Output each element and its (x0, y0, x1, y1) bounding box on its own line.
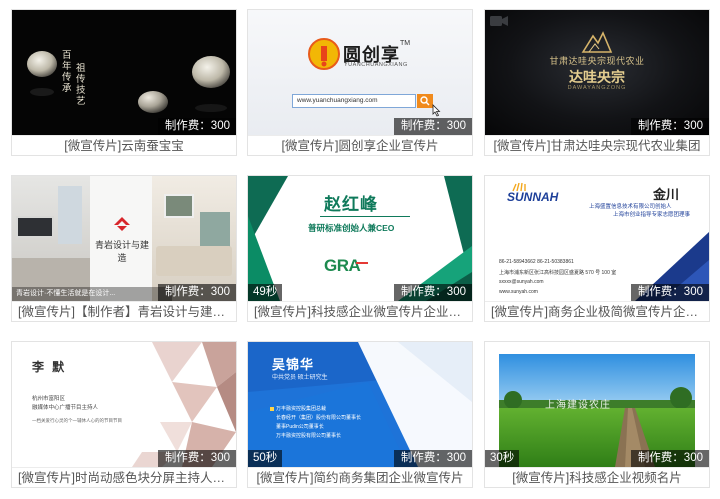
video-card-3[interactable]: 甘肃达哇央宗现代农业 达哇央宗 DAWAYANGZONG 制作费：300 [微宣… (484, 9, 710, 156)
video-thumbnail[interactable]: 甘肃达哇央宗现代农业 达哇央宗 DAWAYANGZONG 制作费：300 (485, 10, 709, 135)
production-fee-badge: 制作费：300 (157, 118, 236, 135)
position-line-4: 万丰融资控股有限公司董事长 (276, 433, 342, 439)
video-thumbnail[interactable]: 青岩设计与建造 青岩设计·不懂生活就是在设计... 制作费：300 (12, 176, 236, 301)
video-camera-icon (490, 16, 508, 26)
person-title-line-2: 上海市创业指导专家志愿团理事 (613, 212, 691, 218)
person-name: 金川 (653, 188, 680, 203)
window-image (58, 186, 82, 244)
location-watermark: 上海建设农庄 (545, 400, 611, 411)
contact-phone: 86-21-58943662 86-21-50383861 (499, 259, 574, 265)
divider-line (320, 216, 410, 217)
video-title[interactable]: [微宣传片]甘肃达哇央宗现代农业集团 (485, 135, 709, 155)
production-fee-badge: 制作费：300 (630, 118, 709, 135)
brand-pinyin: DAWAYANGZONG (567, 85, 627, 91)
slogan-text: 青岩设计·不懂生活就是在设计... (12, 287, 172, 301)
duration-badge: 30秒 (485, 450, 520, 467)
person-location: 杭州市富阳区 (32, 396, 66, 402)
video-card-7[interactable]: 李 默 杭州市富阳区 融媒体中心广播节目主持人 一档关爱行心灵的个一辅休人心的的… (11, 341, 237, 488)
video-thumbnail[interactable]: 李 默 杭州市富阳区 融媒体中心广播节目主持人 一档关爱行心灵的个一辅休人心的的… (12, 342, 236, 467)
video-thumbnail[interactable]: 吴锦华 中共党员 硕士研究生 万丰融资控股集团总裁 长春经开（集团）股份有限公司… (248, 342, 472, 467)
video-card-2[interactable]: 圆创享 TM YUANCHUANGXIANG www.yuanchuangxia… (247, 9, 473, 156)
duration-badge: 49秒 (248, 284, 283, 301)
video-title[interactable]: [微宣传片]科技感企业视频名片 (485, 467, 709, 487)
person-name: 吴锦华 (272, 357, 315, 372)
brand-name: 青岩设计与建造 (94, 241, 149, 264)
qingyan-logo-icon (114, 217, 130, 231)
position-line-3: 董事Pudin公司董事长 (276, 424, 324, 430)
tv-screen (16, 216, 54, 238)
production-fee-badge: 制作费：300 (393, 450, 472, 467)
logo-accent (356, 262, 368, 264)
person-title-line-1: 上海盛置信息技术有限公司创始人 (589, 204, 672, 210)
production-fee-badge: 制作费：300 (630, 284, 709, 301)
video-title[interactable]: [微宣传片]云南蚕宝宝 (12, 135, 236, 155)
video-title[interactable]: [微宣传片]时尚动感色块分屏主持人视... (12, 467, 236, 487)
video-title[interactable]: [微宣传片]简约商务集团企业微宣传片 (248, 467, 472, 487)
yuanchuangxiang-logo-icon (308, 38, 340, 70)
video-card-9[interactable]: 上海建设农庄 30秒 制作费：300 [微宣传片]科技感企业视频名片 (484, 341, 710, 488)
contact-email: sxxxx@sunyah.com (499, 279, 544, 285)
position-line-1: 万丰融资控股集团总裁 (276, 406, 327, 412)
person-title: 普研标准创始人兼CEO (308, 223, 395, 233)
trademark-mark: TM (400, 40, 411, 47)
mountain-logo-icon (581, 31, 613, 53)
video-thumbnail[interactable]: 上海建设农庄 30秒 制作费：300 (485, 342, 709, 467)
video-card-6[interactable]: SUNNAH 金川 上海盛置信息技术有限公司创始人 上海市创业指导专家志愿团理事… (484, 175, 710, 322)
brand-pinyin: YUANCHUANGXIANG (344, 62, 408, 68)
video-title[interactable]: [微宣传片]圆创享企业宣传片 (248, 135, 472, 155)
video-card-1[interactable]: 百年传承 祖传技艺 制作费：300 [微宣传片]云南蚕宝宝 (11, 9, 237, 156)
duration-badge: 50秒 (248, 450, 283, 467)
person-name: 赵红峰 (324, 195, 378, 214)
cursor-hand-icon (432, 104, 441, 117)
video-card-5[interactable]: 赵红峰 普研标准创始人兼CEO GRA 49秒 制作费：300 [微宣传片]科技… (247, 175, 473, 322)
video-thumbnail[interactable]: 赵红峰 普研标准创始人兼CEO GRA 49秒 制作费：300 (248, 176, 472, 301)
wall-painting (164, 194, 194, 218)
video-title[interactable]: [微宣传片]商务企业极简微宣传片企业... (485, 301, 709, 321)
contact-website: www.sunyah.com (499, 289, 538, 295)
position-line-2: 长春经开（集团）股份有限公司董事长 (276, 415, 362, 421)
bullet-marker (270, 407, 274, 411)
production-fee-badge: 制作费：300 (393, 118, 472, 135)
sofa-image (156, 246, 232, 276)
contact-address: 上海市浦东新区张江高科技园区盛夏路 570 号 100 室 (499, 270, 617, 276)
company-logo: GRA (324, 256, 361, 275)
silkworm-stones-image (27, 51, 230, 113)
video-title[interactable]: [微宣传片]科技感企业微宣传片企业名片 (248, 301, 472, 321)
video-title[interactable]: [微宣传片]【制作者】青岩设计与建造... (12, 301, 236, 321)
person-subtitle: 中共党员 硕士研究生 (272, 375, 328, 381)
company-logo: SUNNAH (507, 190, 559, 204)
person-title: 融媒体中心广播节目主持人 (32, 405, 99, 411)
thumb-poem-line-2: 祖传技艺 (76, 63, 86, 107)
url-text: www.yuanchuangxiang.com (297, 97, 378, 104)
video-thumbnail[interactable]: 百年传承 祖传技艺 制作费：300 (12, 10, 236, 135)
video-card-8[interactable]: 吴锦华 中共党员 硕士研究生 万丰融资控股集团总裁 长春经开（集团）股份有限公司… (247, 341, 473, 488)
video-thumbnail[interactable]: SUNNAH 金川 上海盛置信息技术有限公司创始人 上海市创业指导专家志愿团理事… (485, 176, 709, 301)
production-fee-badge: 制作费：300 (157, 450, 236, 467)
person-name: 李 默 (32, 360, 67, 374)
video-card-4[interactable]: 青岩设计与建造 青岩设计·不懂生活就是在设计... 制作费：300 [微宣传片]… (11, 175, 237, 322)
production-fee-badge: 制作费：300 (157, 284, 236, 301)
person-description: 一档关爱行心灵的个一辅休人心的的节目节目 (32, 418, 122, 423)
group-name-text: 甘肃达哇央宗现代农业 (549, 56, 645, 66)
brand-name: 达哇央宗 (569, 69, 625, 85)
url-search-bar: www.yuanchuangxiang.com (292, 94, 416, 108)
production-fee-badge: 制作费：300 (393, 284, 472, 301)
production-fee-badge: 制作费：300 (630, 450, 709, 467)
thumb-poem-line-1: 百年传承 (62, 50, 72, 94)
video-thumbnail[interactable]: 圆创享 TM YUANCHUANGXIANG www.yuanchuangxia… (248, 10, 472, 135)
